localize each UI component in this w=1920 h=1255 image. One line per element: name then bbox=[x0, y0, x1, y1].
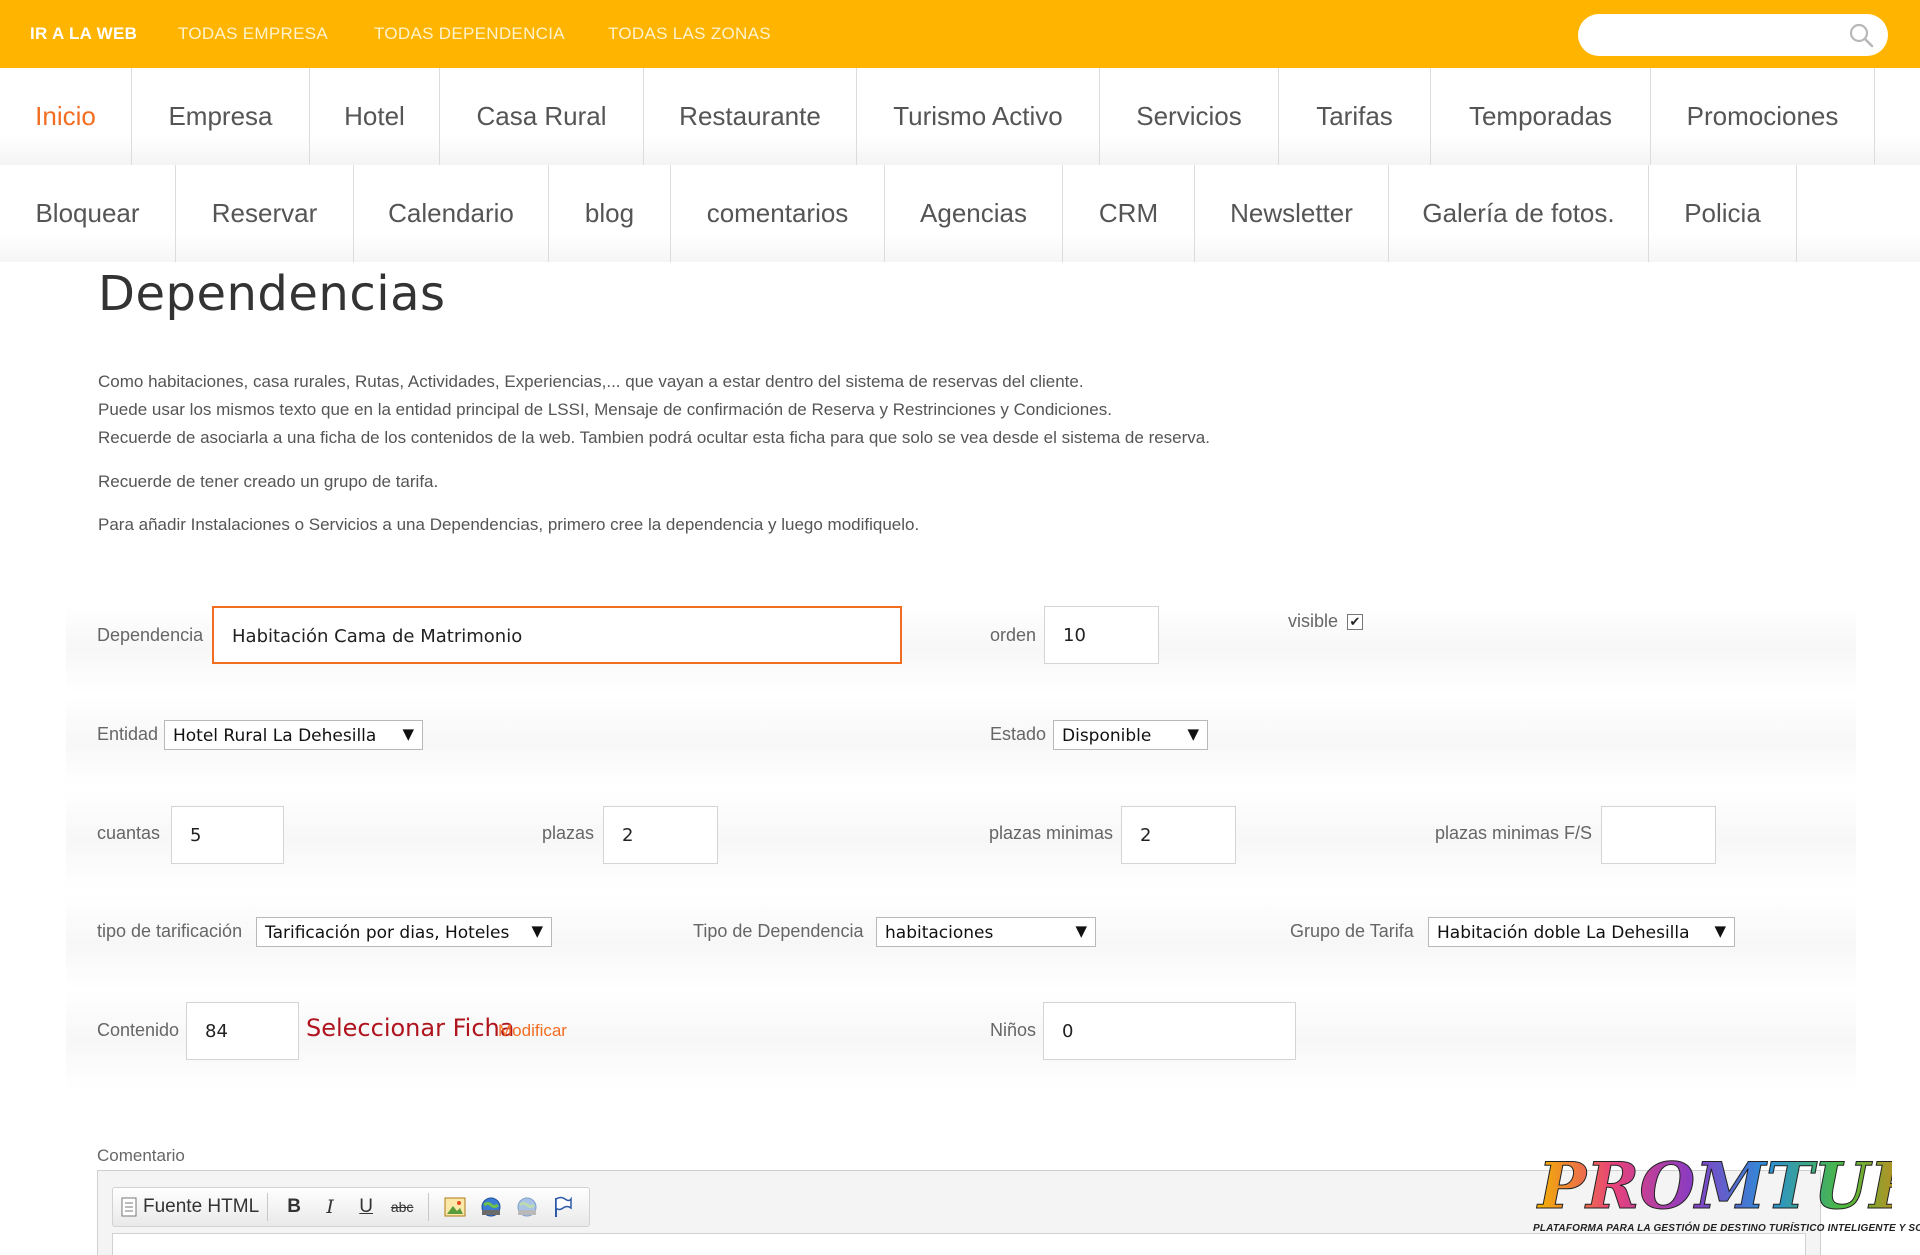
chevron-down-icon: ▼ bbox=[402, 725, 414, 743]
ninos-input[interactable]: 0 bbox=[1043, 1002, 1296, 1060]
toolbar-divider bbox=[267, 1193, 269, 1221]
contenido-input[interactable]: 84 bbox=[186, 1002, 299, 1060]
grupo-tarifa-select[interactable]: Habitación doble La Dehesilla ▼ bbox=[1428, 917, 1735, 947]
search-box bbox=[1578, 14, 1888, 56]
underline-button[interactable]: U bbox=[350, 1191, 382, 1223]
image-button[interactable] bbox=[439, 1191, 471, 1223]
editor-toolbar: Fuente HTML B I U abc bbox=[112, 1187, 591, 1227]
link-ir-a-la-web[interactable]: IR A LA WEB bbox=[30, 24, 137, 44]
nav-item-turismo-activo[interactable]: Turismo Activo bbox=[857, 68, 1100, 165]
italic-button[interactable]: I bbox=[314, 1191, 346, 1223]
link-todas-dependencia[interactable]: TODAS DEPENDENCIA bbox=[374, 24, 565, 44]
estado-select[interactable]: Disponible ▼ bbox=[1053, 720, 1208, 750]
grupo-tarifa-label: Grupo de Tarifa bbox=[1290, 921, 1414, 941]
globe-unlink-icon bbox=[517, 1197, 537, 1217]
main-nav-row-1: Inicio Empresa Hotel Casa Rural Restaura… bbox=[0, 68, 1920, 165]
entidad-value: Hotel Rural La Dehesilla bbox=[173, 726, 377, 746]
flag-icon bbox=[555, 1196, 572, 1217]
tipo-tarificacion-value: Tarificación por dias, Hoteles bbox=[265, 923, 510, 943]
nav-item-bloquear[interactable]: Bloquear bbox=[0, 165, 176, 262]
nav-item-inicio[interactable]: Inicio bbox=[0, 68, 132, 165]
link-button[interactable] bbox=[475, 1191, 507, 1223]
nav-item-reservar[interactable]: Reservar bbox=[176, 165, 354, 262]
orden-input[interactable]: 10 bbox=[1044, 606, 1159, 664]
ninos-label: Niños bbox=[990, 1020, 1037, 1040]
document-icon bbox=[121, 1197, 137, 1217]
tipo-dependencia-label: Tipo de Dependencia bbox=[693, 921, 864, 941]
cuantas-label: cuantas bbox=[97, 823, 161, 843]
source-html-button[interactable]: Fuente HTML bbox=[121, 1196, 259, 1218]
main-nav-row-2: Bloquear Reservar Calendario blog coment… bbox=[0, 165, 1920, 262]
nav-item-hotel[interactable]: Hotel bbox=[310, 68, 440, 165]
search-icon[interactable] bbox=[1848, 22, 1874, 48]
nav-item-servicios[interactable]: Servicios bbox=[1100, 68, 1279, 165]
description-line-2: Puede usar los mismos texto que en la en… bbox=[98, 400, 1112, 419]
nav-item-comentarios[interactable]: comentarios bbox=[671, 165, 885, 262]
description-line-3: Recuerde de asociarla a una ficha de los… bbox=[98, 428, 1210, 447]
contenido-label: Contenido bbox=[97, 1020, 180, 1040]
globe-link-icon bbox=[481, 1197, 501, 1217]
entidad-label: Entidad bbox=[97, 724, 159, 744]
nav-item-restaurante[interactable]: Restaurante bbox=[644, 68, 857, 165]
plazas-minimas-label: plazas minimas bbox=[989, 823, 1114, 843]
strikethrough-button[interactable]: abc bbox=[386, 1191, 418, 1223]
nav-item-empresa[interactable]: Empresa bbox=[132, 68, 310, 165]
nav-item-tarifas[interactable]: Tarifas bbox=[1279, 68, 1431, 165]
nav-item-agencias[interactable]: Agencias bbox=[885, 165, 1063, 262]
cuantas-input[interactable]: 5 bbox=[171, 806, 284, 864]
visible-checkbox[interactable]: ✔ bbox=[1347, 614, 1363, 630]
chevron-down-icon: ▼ bbox=[1714, 922, 1726, 940]
chevron-down-icon: ▼ bbox=[531, 922, 543, 940]
nav-item-blog[interactable]: blog bbox=[549, 165, 671, 262]
nav-item-galeria-fotos[interactable]: Galería de fotos. bbox=[1389, 165, 1649, 262]
nav-item-newsletter[interactable]: Newsletter bbox=[1195, 165, 1389, 262]
grupo-tarifa-value: Habitación doble La Dehesilla bbox=[1437, 923, 1690, 943]
logo-text: PROMTUR bbox=[1536, 1149, 1892, 1224]
nav-item-temporadas[interactable]: Temporadas bbox=[1431, 68, 1651, 165]
tipo-tarificacion-select[interactable]: Tarificación por dias, Hoteles ▼ bbox=[256, 917, 552, 947]
description-line-4: Recuerde de tener creado un grupo de tar… bbox=[98, 472, 439, 491]
nav-item-casa-rural[interactable]: Casa Rural bbox=[440, 68, 644, 165]
tipo-dependencia-select[interactable]: habitaciones ▼ bbox=[876, 917, 1096, 947]
nav-item-crm[interactable]: CRM bbox=[1063, 165, 1195, 262]
nav-item-calendario[interactable]: Calendario bbox=[354, 165, 549, 262]
plazas-minimas-fs-input[interactable] bbox=[1601, 806, 1716, 864]
page-title: Dependencias bbox=[98, 266, 446, 322]
search-input[interactable] bbox=[1594, 22, 1834, 48]
comentario-label: Comentario bbox=[97, 1146, 185, 1165]
tipo-dependencia-value: habitaciones bbox=[885, 923, 994, 943]
source-html-label: Fuente HTML bbox=[143, 1196, 260, 1217]
chevron-down-icon: ▼ bbox=[1075, 922, 1087, 940]
nav-item-policia[interactable]: Policia bbox=[1649, 165, 1797, 262]
link-todas-empresa[interactable]: TODAS EMPRESA bbox=[178, 24, 328, 44]
nav-item-promociones[interactable]: Promociones bbox=[1651, 68, 1875, 165]
description-line-5: Para añadir Instalaciones o Servicios a … bbox=[98, 515, 920, 534]
dependencia-input[interactable]: Habitación Cama de Matrimonio bbox=[212, 606, 902, 664]
toolbar-divider bbox=[428, 1193, 430, 1221]
image-icon bbox=[444, 1197, 466, 1217]
visible-label: visible bbox=[1288, 611, 1339, 631]
bold-button[interactable]: B bbox=[278, 1191, 310, 1223]
plazas-minimas-input[interactable]: 2 bbox=[1121, 806, 1236, 864]
orden-label: orden bbox=[990, 625, 1037, 645]
plazas-input[interactable]: 2 bbox=[603, 806, 718, 864]
logo-subtitle: PLATAFORMA PARA LA GESTIÓN DE DESTINO TU… bbox=[1533, 1223, 1920, 1234]
estado-value: Disponible bbox=[1062, 726, 1152, 746]
tipo-tarificacion-label: tipo de tarificación bbox=[97, 921, 243, 941]
description-line-1: Como habitaciones, casa rurales, Rutas, … bbox=[98, 372, 1084, 391]
estado-label: Estado bbox=[990, 724, 1047, 744]
modificar-link[interactable]: Modificar bbox=[498, 1021, 567, 1041]
top-bar: IR A LA WEB TODAS EMPRESA TODAS DEPENDEN… bbox=[0, 0, 1920, 68]
link-todas-las-zonas[interactable]: TODAS LAS ZONAS bbox=[608, 24, 771, 44]
plazas-label: plazas bbox=[542, 823, 595, 843]
chevron-down-icon: ▼ bbox=[1187, 725, 1199, 743]
unlink-button[interactable] bbox=[511, 1191, 543, 1223]
anchor-button[interactable] bbox=[547, 1191, 579, 1223]
entidad-select[interactable]: Hotel Rural La Dehesilla ▼ bbox=[164, 720, 423, 750]
plazas-minimas-fs-label: plazas minimas F/S bbox=[1435, 823, 1593, 843]
dependencia-label: Dependencia bbox=[97, 625, 204, 645]
seleccionar-ficha-link[interactable]: Seleccionar Ficha bbox=[306, 1014, 514, 1042]
